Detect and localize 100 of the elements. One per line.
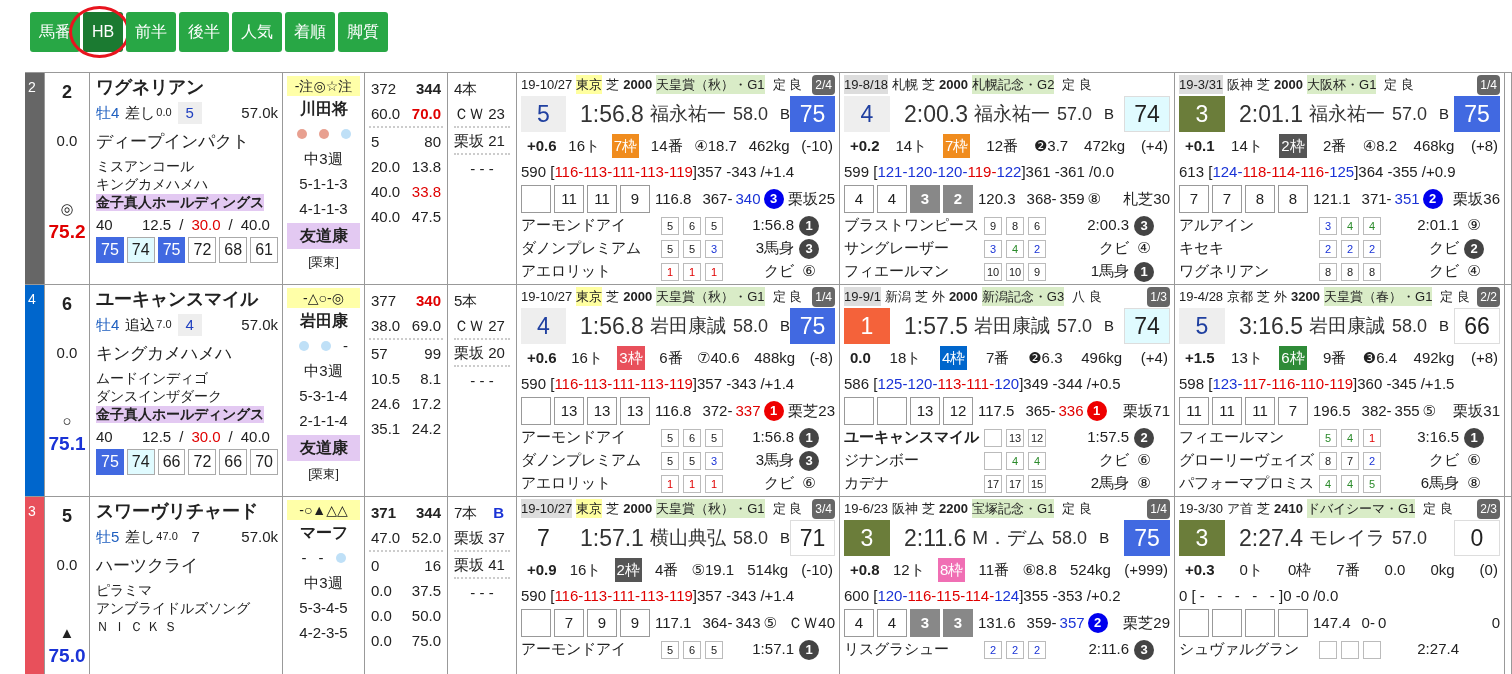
sort-button[interactable]: 脚質 — [338, 12, 389, 52]
result-position: 2 — [984, 640, 1002, 659]
course: 外 — [1274, 287, 1288, 306]
result-position: 5 — [661, 451, 679, 470]
sort-button[interactable]: 人気 — [232, 12, 283, 52]
race-date: 19-10/27 — [521, 498, 573, 519]
record: 2-1-1-4 — [299, 411, 348, 431]
body-weight: 514kg — [747, 559, 789, 580]
dash-text: - — [343, 335, 348, 356]
result-position: 5 — [661, 640, 679, 659]
result-margin: 2:00.3 — [1086, 215, 1129, 236]
odds: ❸6.4 — [1362, 347, 1398, 368]
figure-value: 50.0 — [411, 606, 441, 626]
last-3f-start: 368- — [1026, 188, 1057, 209]
track-condition: 定 良 — [772, 287, 803, 306]
popularity: 4 — [177, 313, 202, 336]
race-time: 2:01.1 — [1239, 99, 1303, 129]
result-position: 13 — [1006, 428, 1024, 447]
pace-end: ]361 -361 /0.0 — [1021, 162, 1114, 182]
pci-value: 117.5 — [978, 400, 1015, 421]
corner-position: 11 — [1245, 397, 1275, 425]
rank-mark: ⑤ — [1422, 400, 1437, 421]
speed-figure: 75 — [1454, 96, 1500, 132]
result-position: 6 — [1028, 216, 1046, 235]
lap-time: 115- — [936, 586, 966, 606]
track-name: 東京 — [576, 498, 603, 519]
result-position: 1 — [705, 262, 723, 281]
workout-count: 7本 — [454, 503, 478, 523]
sort-button[interactable]: 着順 — [285, 12, 336, 52]
workout-course: 栗坂71 — [1123, 400, 1170, 421]
last-3f: 337 — [735, 400, 761, 421]
figure-value: 0.0 — [371, 581, 392, 601]
prediction-mark: ▲ — [59, 623, 75, 643]
corner-position: 4 — [844, 185, 874, 213]
lap-time: 113- — [937, 374, 967, 394]
figure-value: 372 — [371, 79, 397, 99]
gate-number: 4番 — [655, 559, 679, 580]
sort-button[interactable]: HB — [83, 12, 124, 52]
lap-time: 119 — [668, 374, 693, 394]
lap-time: 113- — [640, 374, 669, 394]
result-position: 8 — [1341, 262, 1359, 281]
time-diff: 0.0 — [56, 555, 78, 575]
stat-value: / — [179, 216, 184, 234]
result-position: 2 — [1341, 239, 1359, 258]
result-margin: 2馬身 — [1089, 473, 1129, 494]
last-3f: 343 — [735, 612, 761, 633]
lap-time: 116- — [554, 586, 584, 606]
result-position: 1 — [683, 262, 701, 281]
result-position: 12 — [1028, 428, 1046, 447]
running-style: 追込 — [125, 315, 156, 334]
race-name: 天皇賞（秋）・G1 — [656, 74, 765, 95]
corner-position: 11 — [554, 185, 584, 213]
blinker: B — [1439, 103, 1449, 124]
result-horse: ジナンボー — [844, 450, 920, 471]
last-3f: 357 — [1059, 612, 1085, 633]
result-position: 15 — [1028, 474, 1046, 493]
race-date: 19-10/27 — [521, 75, 573, 94]
pace-start: 586 [ — [844, 374, 878, 394]
result-horse: アーモンドアイ — [521, 215, 627, 236]
rank-mark: ⑨ — [1467, 215, 1481, 236]
race-date: 19-3/31 — [1179, 74, 1224, 95]
sort-button[interactable]: 後半 — [179, 12, 230, 52]
stat-value: 12.5 — [142, 428, 172, 446]
figure-value: 0.0 — [371, 631, 392, 651]
rank-mark: ④ — [1137, 238, 1151, 259]
pace-start: 590 [ — [521, 162, 555, 182]
figure-value: 24.6 — [371, 394, 401, 414]
jockey-name: 福永祐一 — [649, 101, 726, 126]
jockey-name: 横山典弘 — [649, 525, 726, 550]
odds: ❷3.7 — [1033, 135, 1069, 156]
lap-time: 120- — [907, 374, 938, 394]
corner-position: 8 — [1278, 185, 1308, 213]
figure-value: 70.0 — [411, 104, 441, 124]
figure-value: 47.0 — [371, 528, 401, 548]
corner-position: 3 — [910, 185, 940, 213]
result-position: 3 — [984, 239, 1002, 258]
frame-number: 4 — [28, 291, 36, 307]
finish-position: 5 — [521, 96, 566, 132]
lap-time: - - - - - — [1198, 586, 1276, 606]
result-margin: 1馬身 — [1089, 261, 1129, 282]
distance: 2000 — [1274, 75, 1303, 94]
lap-time: 121- — [877, 162, 908, 182]
dam-sire-name: キングカメハメハ — [96, 176, 208, 193]
rank-mark: ⑧ — [1137, 473, 1151, 494]
surface: 芝 — [606, 287, 620, 306]
race-count-badge: 2/2 — [1477, 286, 1500, 307]
race-time: 1:56.8 — [579, 99, 644, 129]
record: 4-1-1-3 — [299, 199, 348, 219]
lap-time: 116- — [554, 374, 584, 394]
pace-end: ]0 -0 /0.0 — [1279, 586, 1339, 606]
sort-button[interactable]: 馬番 — [30, 12, 80, 52]
gate-number: 6番 — [659, 347, 683, 368]
result-position: 2 — [1006, 640, 1024, 659]
result-margin: クビ — [763, 261, 794, 282]
lap-time: 113- — [583, 586, 613, 606]
pace-end: ]357 -343 /+1.4 — [692, 586, 795, 606]
record: 5-1-1-3 — [299, 174, 348, 194]
result-position: 6 — [683, 216, 701, 235]
sort-button[interactable]: 前半 — [126, 12, 177, 52]
corner-position: 7 — [1179, 185, 1209, 213]
